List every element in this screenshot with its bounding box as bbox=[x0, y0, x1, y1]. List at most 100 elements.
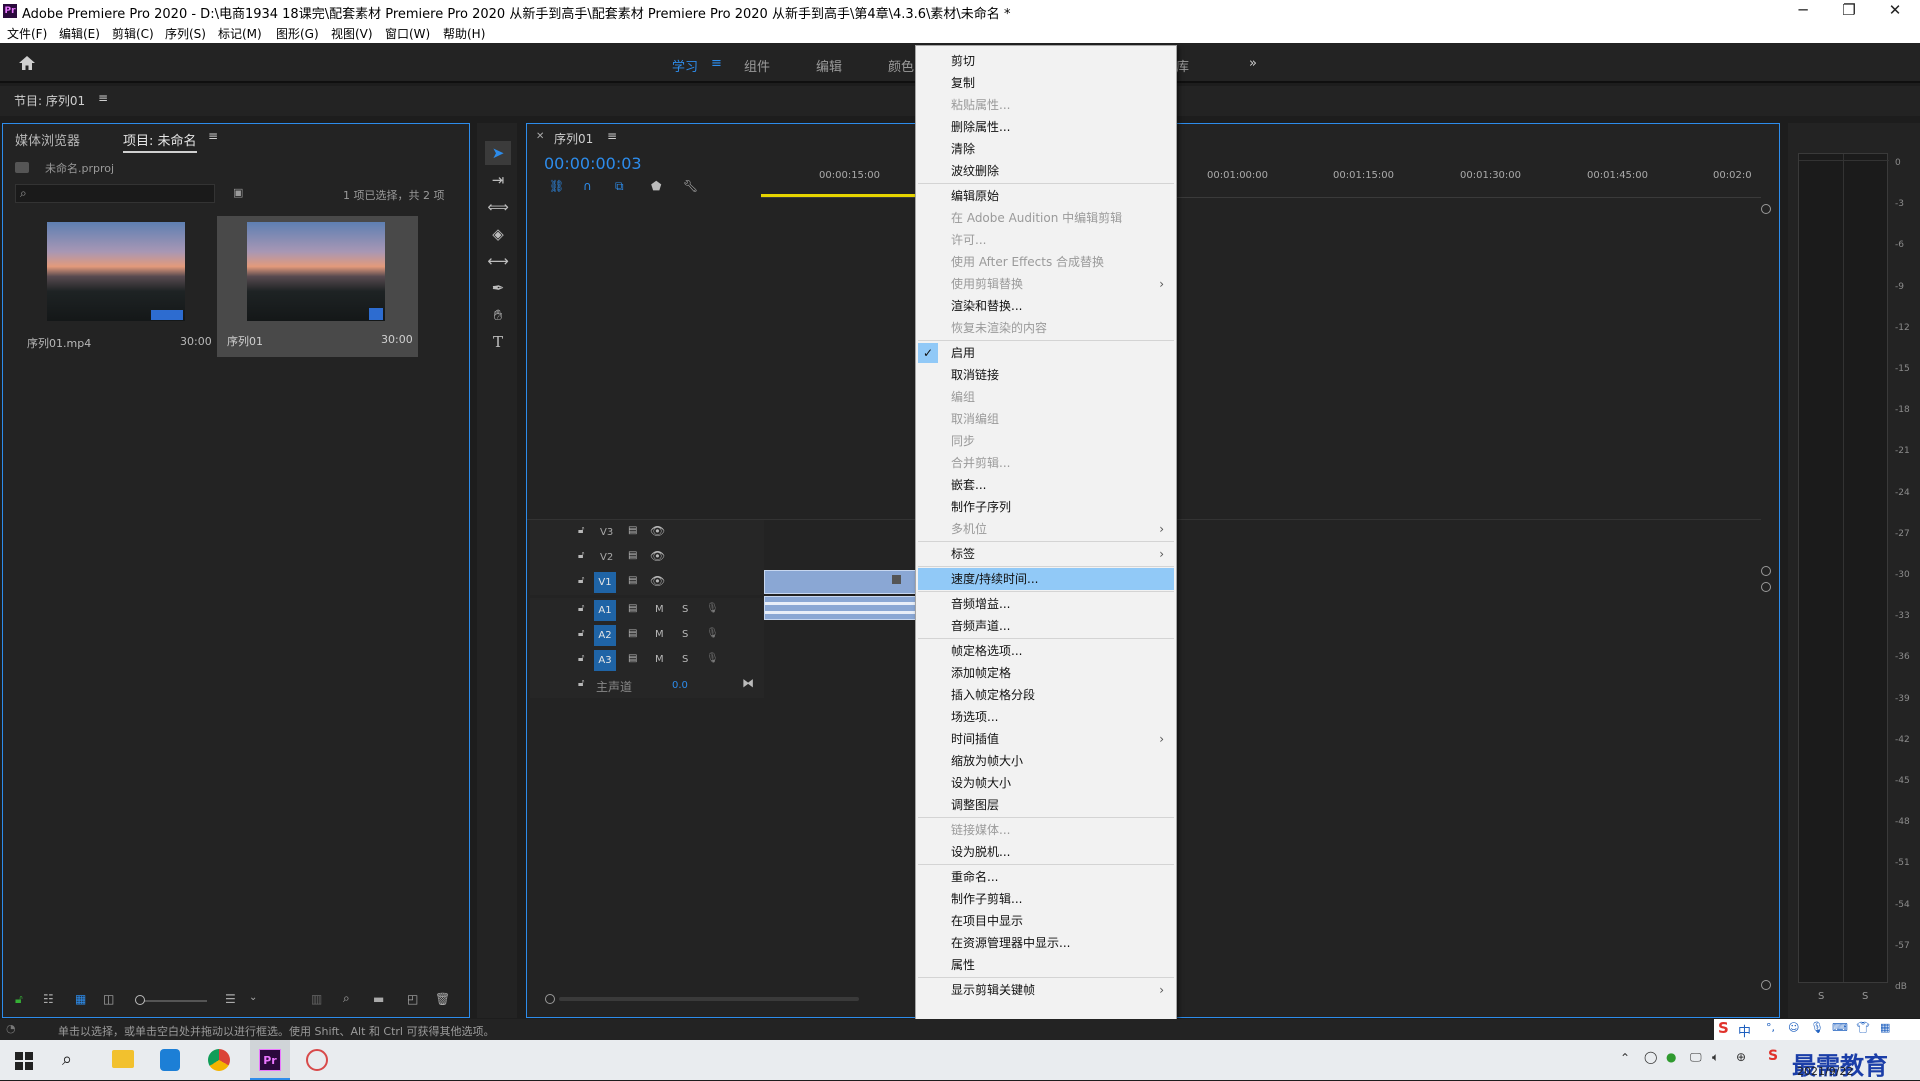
work-area-bar[interactable] bbox=[761, 194, 921, 197]
freeform-view-icon[interactable]: ◫ bbox=[103, 992, 114, 1006]
scroll-thumb[interactable] bbox=[559, 997, 859, 1001]
sync-lock-icon[interactable]: ▤ bbox=[628, 603, 637, 614]
context-menu-item[interactable]: 插入帧定格分段 bbox=[916, 684, 1176, 706]
project-panel-menu-icon[interactable]: ≡ bbox=[208, 129, 218, 143]
ime-mode[interactable]: 中 bbox=[1738, 1021, 1751, 1040]
new-bin-icon[interactable]: ▬ bbox=[373, 992, 384, 1006]
voice-icon[interactable]: 🎙︎ bbox=[1810, 1021, 1824, 1034]
track-lock-icon[interactable]: 🔓︎ bbox=[578, 603, 584, 614]
menu-sequence[interactable]: 序列(S) bbox=[165, 25, 206, 42]
recorder-icon[interactable] bbox=[306, 1049, 328, 1071]
track-target-a2[interactable]: A2 bbox=[594, 625, 616, 646]
sync-lock-icon[interactable]: ▤ bbox=[628, 575, 637, 586]
microphone-icon[interactable]: 🎙︎ bbox=[706, 603, 719, 614]
pen-tool-icon[interactable]: ✒ bbox=[485, 276, 511, 300]
scroll-handle[interactable] bbox=[1761, 204, 1771, 214]
track-target-a1[interactable]: A1 bbox=[594, 600, 616, 621]
time-ruler[interactable]: 00:00:15:00 00:01:00:00 00:01:15:00 00:0… bbox=[761, 164, 1761, 198]
workspace-learn[interactable]: 学习 bbox=[672, 56, 698, 75]
razor-tool-icon[interactable]: ◈ bbox=[485, 222, 511, 246]
scroll-handle[interactable] bbox=[545, 994, 555, 1004]
automate-sequence-icon[interactable]: ▥ bbox=[311, 992, 322, 1006]
premiere-taskbar-item[interactable]: Pr bbox=[250, 1040, 290, 1080]
type-tool-icon[interactable]: T bbox=[485, 330, 511, 354]
more-workspaces-icon[interactable]: » bbox=[1249, 56, 1257, 71]
project-item-selected[interactable]: 序列01 30:00 bbox=[217, 216, 418, 357]
program-monitor-title[interactable]: 节目: 序列01 bbox=[14, 92, 85, 109]
context-menu-item[interactable]: 删除属性... bbox=[916, 116, 1176, 138]
new-search-bin-icon[interactable]: ▣ bbox=[233, 186, 243, 199]
sogou-icon[interactable]: S bbox=[1718, 1019, 1729, 1037]
track-lock-icon[interactable]: 🔓︎ bbox=[578, 653, 584, 664]
toolbox-icon[interactable]: ▦ bbox=[1880, 1021, 1890, 1034]
emoji-icon[interactable]: ☺ bbox=[1788, 1021, 1799, 1034]
context-menu-item[interactable]: 恢复未渲染的内容 bbox=[916, 317, 1176, 339]
skin-icon[interactable]: 👕︎ bbox=[1856, 1021, 1870, 1034]
eye-icon[interactable]: 👁︎ bbox=[650, 549, 665, 563]
track-lock-icon[interactable]: 🔓︎ bbox=[578, 628, 584, 639]
new-item-icon[interactable]: ◰ bbox=[407, 992, 418, 1006]
solo-button[interactable]: S bbox=[682, 629, 688, 640]
workspace-assembly[interactable]: 组件 bbox=[744, 56, 770, 75]
timeline-tab[interactable]: 序列01 bbox=[554, 130, 593, 147]
context-menu-item[interactable]: 嵌套... bbox=[916, 474, 1176, 496]
sync-lock-icon[interactable]: ▤ bbox=[628, 525, 637, 536]
context-menu-item[interactable]: 标签 › bbox=[916, 543, 1176, 565]
go-to-end-icon[interactable]: ⧓ bbox=[742, 676, 754, 690]
context-menu-item[interactable]: 取消编组 bbox=[916, 408, 1176, 430]
context-menu-item[interactable]: 取消链接 bbox=[916, 364, 1176, 386]
search-icon[interactable]: ⌕ bbox=[62, 1049, 72, 1070]
context-menu-item[interactable]: 场选项... bbox=[916, 706, 1176, 728]
track-name[interactable]: V3 bbox=[600, 527, 613, 538]
solo-right-button[interactable]: S bbox=[1862, 991, 1868, 1002]
windows-start-icon[interactable] bbox=[15, 1052, 33, 1070]
notification-icon[interactable]: ◯ bbox=[1644, 1050, 1657, 1064]
eye-icon[interactable]: 👁︎ bbox=[650, 524, 665, 538]
context-menu-item[interactable]: 使用剪辑替换 › bbox=[916, 273, 1176, 295]
context-menu-item[interactable]: 调整图层 bbox=[916, 794, 1176, 816]
track-lock-icon[interactable]: 🔓︎ bbox=[578, 550, 584, 561]
mute-button[interactable]: M bbox=[655, 654, 664, 665]
sogou-tray-icon[interactable]: S bbox=[1768, 1048, 1778, 1064]
microphone-icon[interactable]: 🎙︎ bbox=[706, 628, 719, 639]
timeline-menu-icon[interactable]: ≡ bbox=[607, 129, 617, 143]
context-menu-item[interactable]: 属性 bbox=[916, 954, 1176, 976]
master-volume-value[interactable]: 0.0 bbox=[672, 680, 688, 691]
context-menu-item[interactable]: 音频声道... bbox=[916, 615, 1176, 637]
add-marker-icon[interactable]: ⬟ bbox=[651, 179, 661, 193]
track-lock-icon[interactable]: 🔓︎ bbox=[578, 525, 584, 536]
nest-toggle-icon[interactable]: ⛓︎ bbox=[549, 179, 564, 193]
track-select-tool-icon[interactable]: ⇥ bbox=[485, 168, 511, 192]
menu-window[interactable]: 窗口(W) bbox=[385, 25, 430, 42]
vertical-scrollbar[interactable] bbox=[1761, 204, 1771, 1004]
context-menu-item[interactable]: 许可... bbox=[916, 229, 1176, 251]
context-menu-item[interactable]: 时间插值 › bbox=[916, 728, 1176, 750]
ripple-edit-tool-icon[interactable]: ⟺ bbox=[485, 195, 511, 219]
chevron-down-icon[interactable]: ⌄ bbox=[249, 992, 257, 1003]
track-target-v1[interactable]: V1 bbox=[594, 572, 616, 593]
project-search-input[interactable]: ⌕ bbox=[15, 184, 215, 203]
context-menu-item[interactable]: 使用 After Effects 合成替换 bbox=[916, 251, 1176, 273]
context-menu-item[interactable]: 合并剪辑... bbox=[916, 452, 1176, 474]
context-menu-item[interactable]: 剪切 bbox=[916, 50, 1176, 72]
panel-menu-icon[interactable]: ≡ bbox=[98, 91, 108, 105]
context-menu-item[interactable]: 编辑原始 bbox=[916, 185, 1176, 207]
menu-edit[interactable]: 编辑(E) bbox=[59, 25, 100, 42]
context-menu-item[interactable]: 音频增益... bbox=[916, 593, 1176, 615]
microphone-icon[interactable]: 🎙︎ bbox=[706, 653, 719, 664]
network-icon[interactable]: 🖵︎ bbox=[1690, 1050, 1702, 1065]
workspace-color[interactable]: 颜色 bbox=[888, 56, 914, 75]
context-menu-item[interactable]: 同步 bbox=[916, 430, 1176, 452]
list-view-icon[interactable]: ☷ bbox=[43, 992, 54, 1006]
sort-icon[interactable]: ☰ bbox=[225, 992, 236, 1006]
home-icon[interactable] bbox=[17, 53, 37, 73]
scroll-handle[interactable] bbox=[1761, 566, 1771, 576]
context-menu-item[interactable]: 添加帧定格 bbox=[916, 662, 1176, 684]
menu-marker[interactable]: 标记(M) bbox=[218, 25, 262, 42]
sync-lock-icon[interactable]: ▤ bbox=[628, 653, 637, 664]
track-target-a3[interactable]: A3 bbox=[594, 650, 616, 671]
track-name[interactable]: V2 bbox=[600, 552, 613, 563]
workspace-menu-icon[interactable]: ≡ bbox=[711, 56, 722, 71]
context-menu-item[interactable]: 渲染和替换... bbox=[916, 295, 1176, 317]
zoom-slider[interactable] bbox=[137, 1000, 207, 1002]
